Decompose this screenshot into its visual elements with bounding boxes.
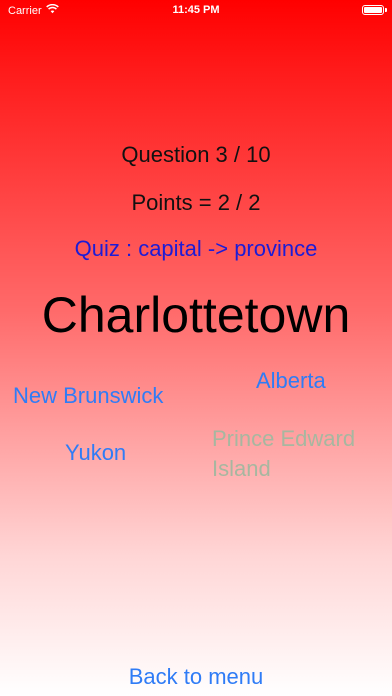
- quiz-screen: Carrier 11:45 PM Question 3 / 10 Points …: [0, 0, 392, 696]
- quiz-mode-label: Quiz : capital -> province: [74, 236, 318, 261]
- answer-button-3[interactable]: Yukon: [65, 438, 126, 468]
- status-bar: Carrier 11:45 PM: [0, 0, 392, 22]
- answer-button-1[interactable]: New Brunswick: [13, 381, 163, 411]
- question-counter: Question 3 / 10: [121, 142, 271, 167]
- question-prompt: Charlottetown: [41, 287, 351, 343]
- status-time: 11:45 PM: [172, 4, 220, 16]
- battery-icon: [362, 5, 387, 15]
- battery-level: [364, 7, 382, 13]
- answer-button-4[interactable]: Prince Edward Island: [212, 424, 387, 484]
- points-counter: Points = 2 / 2: [131, 190, 261, 215]
- answer-button-2[interactable]: Alberta: [256, 366, 326, 396]
- back-to-menu-button[interactable]: Back to menu: [0, 664, 392, 690]
